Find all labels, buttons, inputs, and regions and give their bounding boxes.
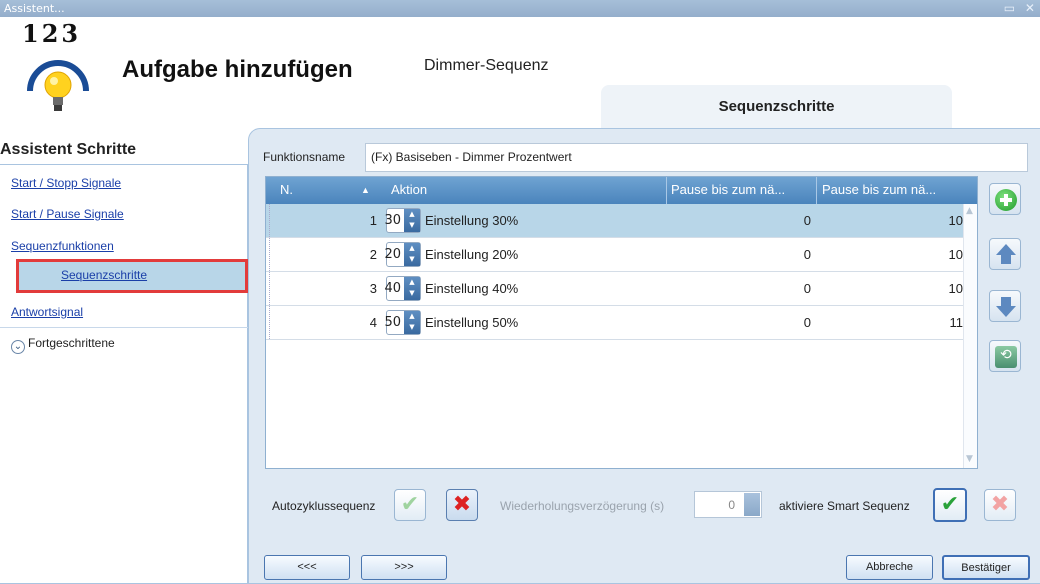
pause-1-value: 0 — [803, 281, 811, 296]
sidebar-item-antwortsignal[interactable]: Antwortsignal — [11, 305, 83, 319]
stepper-value: 40 — [384, 281, 401, 296]
checkmark-icon: ✔ — [400, 492, 420, 517]
pause-1-value: 0 — [803, 247, 811, 262]
scroll-up-icon[interactable]: ▲ — [966, 206, 973, 216]
lightbulb-icon — [27, 60, 89, 111]
move-up-button[interactable] — [989, 238, 1021, 270]
action-value-stepper[interactable]: 40 ▲ ▼ — [384, 276, 421, 301]
pause-2-value: 11 — [949, 315, 964, 330]
spinner-arrows-icon[interactable]: ▲ ▼ — [404, 243, 420, 266]
window-title: Assistent... — [4, 2, 65, 15]
arrow-up-icon — [995, 244, 1017, 266]
sidebar-item-label: Sequenzschritte — [61, 268, 148, 282]
sidebar-item-sequenzschritte[interactable]: Sequenzschritte — [16, 259, 248, 293]
add-step-button[interactable] — [989, 183, 1021, 215]
recycle-bin-icon — [995, 346, 1017, 368]
repeat-delay-label: Wiederholungsverzögerung (s) — [500, 499, 665, 513]
sequence-steps-table: N. ▲ Aktion Pause bis zum nä... Pause bi… — [265, 176, 978, 469]
action-label: Einstellung 40% — [425, 281, 519, 296]
smart-sequence-enable-button[interactable]: ✔ — [933, 488, 967, 522]
action-label: Einstellung 30% — [425, 213, 519, 228]
action-label: Einstellung 20% — [425, 247, 519, 262]
page-subtitle: Dimmer-Sequenz — [424, 57, 549, 74]
table-row[interactable]: 2 20 ▲ ▼ Einstellung 20% 0 10 — [266, 238, 963, 272]
tab-sequenzschritte[interactable]: Sequenzschritte — [601, 85, 952, 129]
step-number: 3 — [369, 281, 377, 296]
smart-sequence-label: aktiviere Smart Sequenz — [779, 499, 910, 513]
action-value-stepper[interactable]: 50 ▲ ▼ — [384, 310, 421, 335]
table-row[interactable]: 4 50 ▲ ▼ Einstellung 50% 0 11 — [266, 306, 963, 340]
arrow-down-icon — [995, 296, 1017, 318]
table-row[interactable]: 1 30 ▲ ▼ Einstellung 30% 0 10 — [266, 204, 963, 238]
confirm-button[interactable]: Bestätiger — [942, 555, 1030, 580]
autocycle-disable-button[interactable]: ✖ — [446, 489, 478, 521]
stepper-value: 30 — [384, 213, 401, 228]
spinner-arrows-icon[interactable]: ▲ ▼ — [404, 209, 420, 232]
pause-2-value: 10 — [948, 247, 963, 262]
function-name-label: Funktionsname — [263, 150, 346, 164]
spinner-arrows-icon[interactable] — [744, 493, 760, 516]
previous-button[interactable]: <<< — [264, 555, 350, 580]
stepper-value: 20 — [384, 247, 401, 262]
table-scrollbar[interactable]: ▲ ▼ — [963, 204, 977, 468]
scroll-down-icon[interactable]: ▼ — [966, 454, 973, 464]
chevron-down-icon: ⌄ — [11, 340, 25, 354]
column-header-pause-2[interactable]: Pause bis zum nä... — [822, 182, 936, 197]
step-number: 4 — [369, 315, 377, 330]
wizard-logo: 123 — [16, 19, 106, 127]
smart-sequence-disable-button[interactable]: ✖ — [984, 489, 1016, 521]
cancel-button[interactable]: Abbreche — [846, 555, 933, 580]
wizard-header: 123 Aufgabe hinzufügen Dimmer-Sequenz Se… — [0, 17, 1040, 129]
column-header-n[interactable]: N. — [280, 182, 293, 197]
sidebar-advanced-toggle[interactable]: ⌄ Fortgeschrittene — [11, 336, 115, 354]
delete-step-button[interactable] — [989, 340, 1021, 372]
sidebar-divider — [0, 327, 248, 328]
cross-icon: ✖ — [990, 492, 1010, 517]
function-name-input[interactable]: (Fx) Basiseben - Dimmer Prozentwert — [365, 143, 1028, 172]
step-number: 1 — [369, 213, 377, 228]
window-titlebar: Assistent... ▭ ✕ — [0, 0, 1040, 17]
sidebar-item-sequenzfunktionen[interactable]: Sequenzfunktionen — [11, 239, 114, 253]
plus-circle-icon — [995, 189, 1017, 211]
sidebar-item-start-pause[interactable]: Start / Pause Signale — [11, 207, 124, 221]
column-header-pause-1[interactable]: Pause bis zum nä... — [671, 182, 785, 197]
sidebar-title: Assistent Schritte — [0, 141, 137, 158]
advanced-label: Fortgeschrittene — [28, 336, 115, 350]
column-divider — [816, 177, 817, 204]
table-header: N. ▲ Aktion Pause bis zum nä... Pause bi… — [266, 177, 977, 204]
action-label: Einstellung 50% — [425, 315, 519, 330]
pause-2-value: 10 — [948, 213, 963, 228]
next-button[interactable]: >>> — [361, 555, 447, 580]
repeat-delay-stepper[interactable]: 0 — [694, 491, 762, 518]
sort-ascending-icon: ▲ — [361, 185, 370, 195]
page-title: Aufgabe hinzufügen — [122, 56, 353, 83]
column-header-aktion[interactable]: Aktion — [391, 182, 427, 197]
step-number: 2 — [369, 247, 377, 262]
pause-1-value: 0 — [803, 315, 811, 330]
autocycle-enable-button[interactable]: ✔ — [394, 489, 426, 521]
checkmark-icon: ✔ — [940, 492, 960, 517]
move-down-button[interactable] — [989, 290, 1021, 322]
autocycle-label: Autozyklussequenz — [272, 499, 376, 513]
action-value-stepper[interactable]: 30 ▲ ▼ — [384, 208, 421, 233]
table-row[interactable]: 3 40 ▲ ▼ Einstellung 40% 0 10 — [266, 272, 963, 306]
column-divider — [666, 177, 667, 204]
repeat-delay-value: 0 — [728, 498, 735, 512]
spinner-arrows-icon[interactable]: ▲ ▼ — [404, 277, 420, 300]
cross-icon: ✖ — [452, 492, 472, 517]
sidebar-panel — [0, 164, 248, 584]
stepper-value: 50 — [384, 315, 401, 330]
pause-2-value: 10 — [948, 281, 963, 296]
pause-1-value: 0 — [803, 213, 811, 228]
action-value-stepper[interactable]: 20 ▲ ▼ — [384, 242, 421, 267]
window-controls[interactable]: ▭ ✕ — [1004, 1, 1038, 15]
sidebar-item-start-stopp[interactable]: Start / Stopp Signale — [11, 176, 121, 190]
spinner-arrows-icon[interactable]: ▲ ▼ — [404, 311, 420, 334]
wizard-steps-sidebar: Assistent Schritte Start / Stopp Signale… — [0, 128, 250, 584]
